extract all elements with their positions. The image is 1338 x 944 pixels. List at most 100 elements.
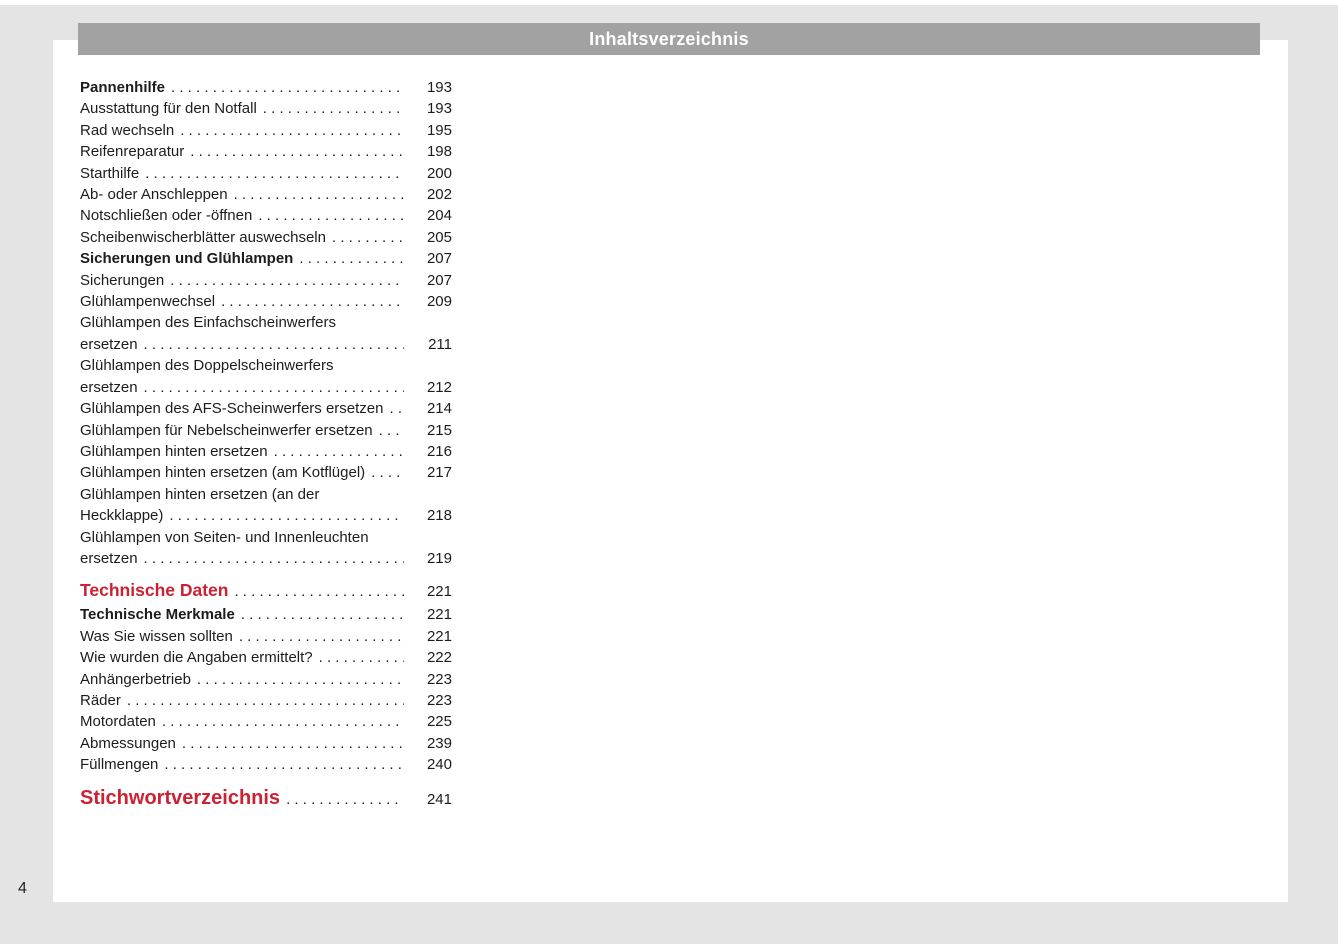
toc-leader-dots	[170, 270, 404, 291]
toc-entry-label: Scheibenwischerblätter auswechseln	[80, 227, 326, 248]
toc-entry-label: Glühlampen des AFS-Scheinwerfers ersetze…	[80, 398, 383, 419]
toc-entry-label: Glühlampenwechsel	[80, 291, 215, 312]
toc-entry-label: Technische Daten	[80, 578, 228, 602]
toc-entry-page: 200	[418, 163, 452, 184]
document-page: Pannenhilfe 193 Ausstattung für den Notf…	[53, 40, 1288, 902]
page-title: Inhaltsverzeichnis	[589, 29, 749, 50]
toc-entry-page: 222	[418, 647, 452, 668]
toc-entry-page: 240	[418, 754, 452, 775]
toc-entry: Motordaten 225	[80, 711, 452, 732]
toc-entry-label: Starthilfe	[80, 163, 139, 184]
toc-entry-page: 193	[418, 77, 452, 98]
toc-list: Pannenhilfe 193 Ausstattung für den Notf…	[80, 77, 452, 813]
toc-entry: Pannenhilfe 193	[80, 77, 452, 98]
toc-entry: Rad wechseln 195	[80, 120, 452, 141]
toc-entry-page: 219	[418, 548, 452, 569]
toc-entry: Abmessungen 239	[80, 733, 452, 754]
toc-leader-dots	[234, 184, 404, 205]
toc-entry-label: ersetzen	[80, 334, 138, 355]
toc-entry-page: 198	[418, 141, 452, 162]
toc-leader-dots	[286, 786, 404, 813]
toc-entry-label: Glühlampen hinten ersetzen (am Kotflügel…	[80, 462, 365, 483]
toc-entry: Glühlampen hinten ersetzen (an der	[80, 484, 452, 505]
toc-entry-label: Abmessungen	[80, 733, 176, 754]
toc-entry-label: Glühlampen des Doppelscheinwerfers	[80, 355, 333, 376]
toc-leader-dots	[274, 441, 404, 462]
toc-entry: Technische Daten 221	[80, 578, 452, 604]
toc-leader-dots	[182, 733, 404, 754]
toc-leader-dots	[197, 669, 404, 690]
toc-entry-label: Glühlampen hinten ersetzen	[80, 441, 268, 462]
toc-entry: Glühlampen hinten ersetzen 216	[80, 441, 452, 462]
page-number: 4	[18, 880, 27, 898]
toc-entry-page: 221	[418, 580, 452, 604]
toc-entry-label: Sicherungen und Glühlampen	[80, 248, 293, 269]
toc-entry: Heckklappe) 218	[80, 505, 452, 526]
toc-entry-page: 218	[418, 505, 452, 526]
toc-entry: ersetzen 211	[80, 334, 452, 355]
toc-entry-page: 239	[418, 733, 452, 754]
toc-entry-page: 225	[418, 711, 452, 732]
toc-leader-dots	[145, 163, 404, 184]
toc-entry: Glühlampen hinten ersetzen (am Kotflügel…	[80, 462, 452, 483]
toc-entry: Glühlampen des Doppelscheinwerfers	[80, 355, 452, 376]
toc-leader-dots	[239, 626, 404, 647]
toc-entry-label: Glühlampen hinten ersetzen (an der	[80, 484, 319, 505]
toc-entry-page: 221	[418, 626, 452, 647]
toc-leader-dots	[389, 398, 404, 419]
toc-leader-dots	[299, 248, 404, 269]
toc-entry-label: Notschließen oder -öffnen	[80, 205, 252, 226]
toc-entry: Glühlampenwechsel 209	[80, 291, 452, 312]
toc-leader-dots	[379, 420, 404, 441]
toc-entry-page: 221	[418, 604, 452, 625]
toc-entry: Notschließen oder -öffnen 204	[80, 205, 452, 226]
toc-entry: Sicherungen 207	[80, 270, 452, 291]
toc-leader-dots	[332, 227, 404, 248]
toc-leader-dots	[171, 77, 404, 98]
toc-entry: Stichwortverzeichnis 241	[80, 785, 452, 813]
toc-entry-page: 202	[418, 184, 452, 205]
toc-entry: Reifenreparatur 198	[80, 141, 452, 162]
toc-entry-page: 205	[418, 227, 452, 248]
toc-leader-dots	[164, 754, 404, 775]
toc-entry-page: 195	[418, 120, 452, 141]
toc-entry: Füllmengen 240	[80, 754, 452, 775]
toc-leader-dots	[319, 647, 404, 668]
toc-leader-dots	[180, 120, 404, 141]
toc-entry-label: Ausstattung für den Notfall	[80, 98, 257, 119]
toc-entry: Anhängerbetrieb 223	[80, 669, 452, 690]
toc-entry-page: 209	[418, 291, 452, 312]
toc-entry-page: 211	[418, 334, 452, 355]
toc-leader-dots	[371, 462, 404, 483]
toc-entry-label: Glühlampen von Seiten- und Innenleuchten	[80, 527, 369, 548]
toc-leader-dots	[263, 98, 404, 119]
toc-entry-page: 212	[418, 377, 452, 398]
toc-entry: Räder 223	[80, 690, 452, 711]
section-header-bar: Inhaltsverzeichnis	[78, 23, 1260, 55]
toc-entry: Starthilfe 200	[80, 163, 452, 184]
toc-entry: Glühlampen des AFS-Scheinwerfers ersetze…	[80, 398, 452, 419]
toc-entry-label: Pannenhilfe	[80, 77, 165, 98]
toc-entry-page: 215	[418, 420, 452, 441]
toc-leader-dots	[144, 548, 404, 569]
toc-entry-page: 207	[418, 270, 452, 291]
toc-entry: Ab- oder Anschleppen 202	[80, 184, 452, 205]
toc-leader-dots	[144, 377, 404, 398]
toc-leader-dots	[234, 580, 404, 604]
toc-entry-page: 214	[418, 398, 452, 419]
toc-entry: Glühlampen von Seiten- und Innenleuchten	[80, 527, 452, 548]
toc-entry-label: Wie wurden die Angaben ermittelt?	[80, 647, 313, 668]
toc-leader-dots	[169, 505, 404, 526]
toc-entry-label: Füllmengen	[80, 754, 158, 775]
toc-leader-dots	[221, 291, 404, 312]
toc-entry-label: Was Sie wissen sollten	[80, 626, 233, 647]
toc-entry-page: 193	[418, 98, 452, 119]
toc-entry: Scheibenwischerblätter auswechseln 205	[80, 227, 452, 248]
toc-entry-label: Anhängerbetrieb	[80, 669, 191, 690]
toc-entry: ersetzen 219	[80, 548, 452, 569]
toc-entry-page: 204	[418, 205, 452, 226]
toc-entry-page: 216	[418, 441, 452, 462]
toc-leader-dots	[144, 334, 404, 355]
toc-entry: Ausstattung für den Notfall 193	[80, 98, 452, 119]
toc-entry: Wie wurden die Angaben ermittelt? 222	[80, 647, 452, 668]
